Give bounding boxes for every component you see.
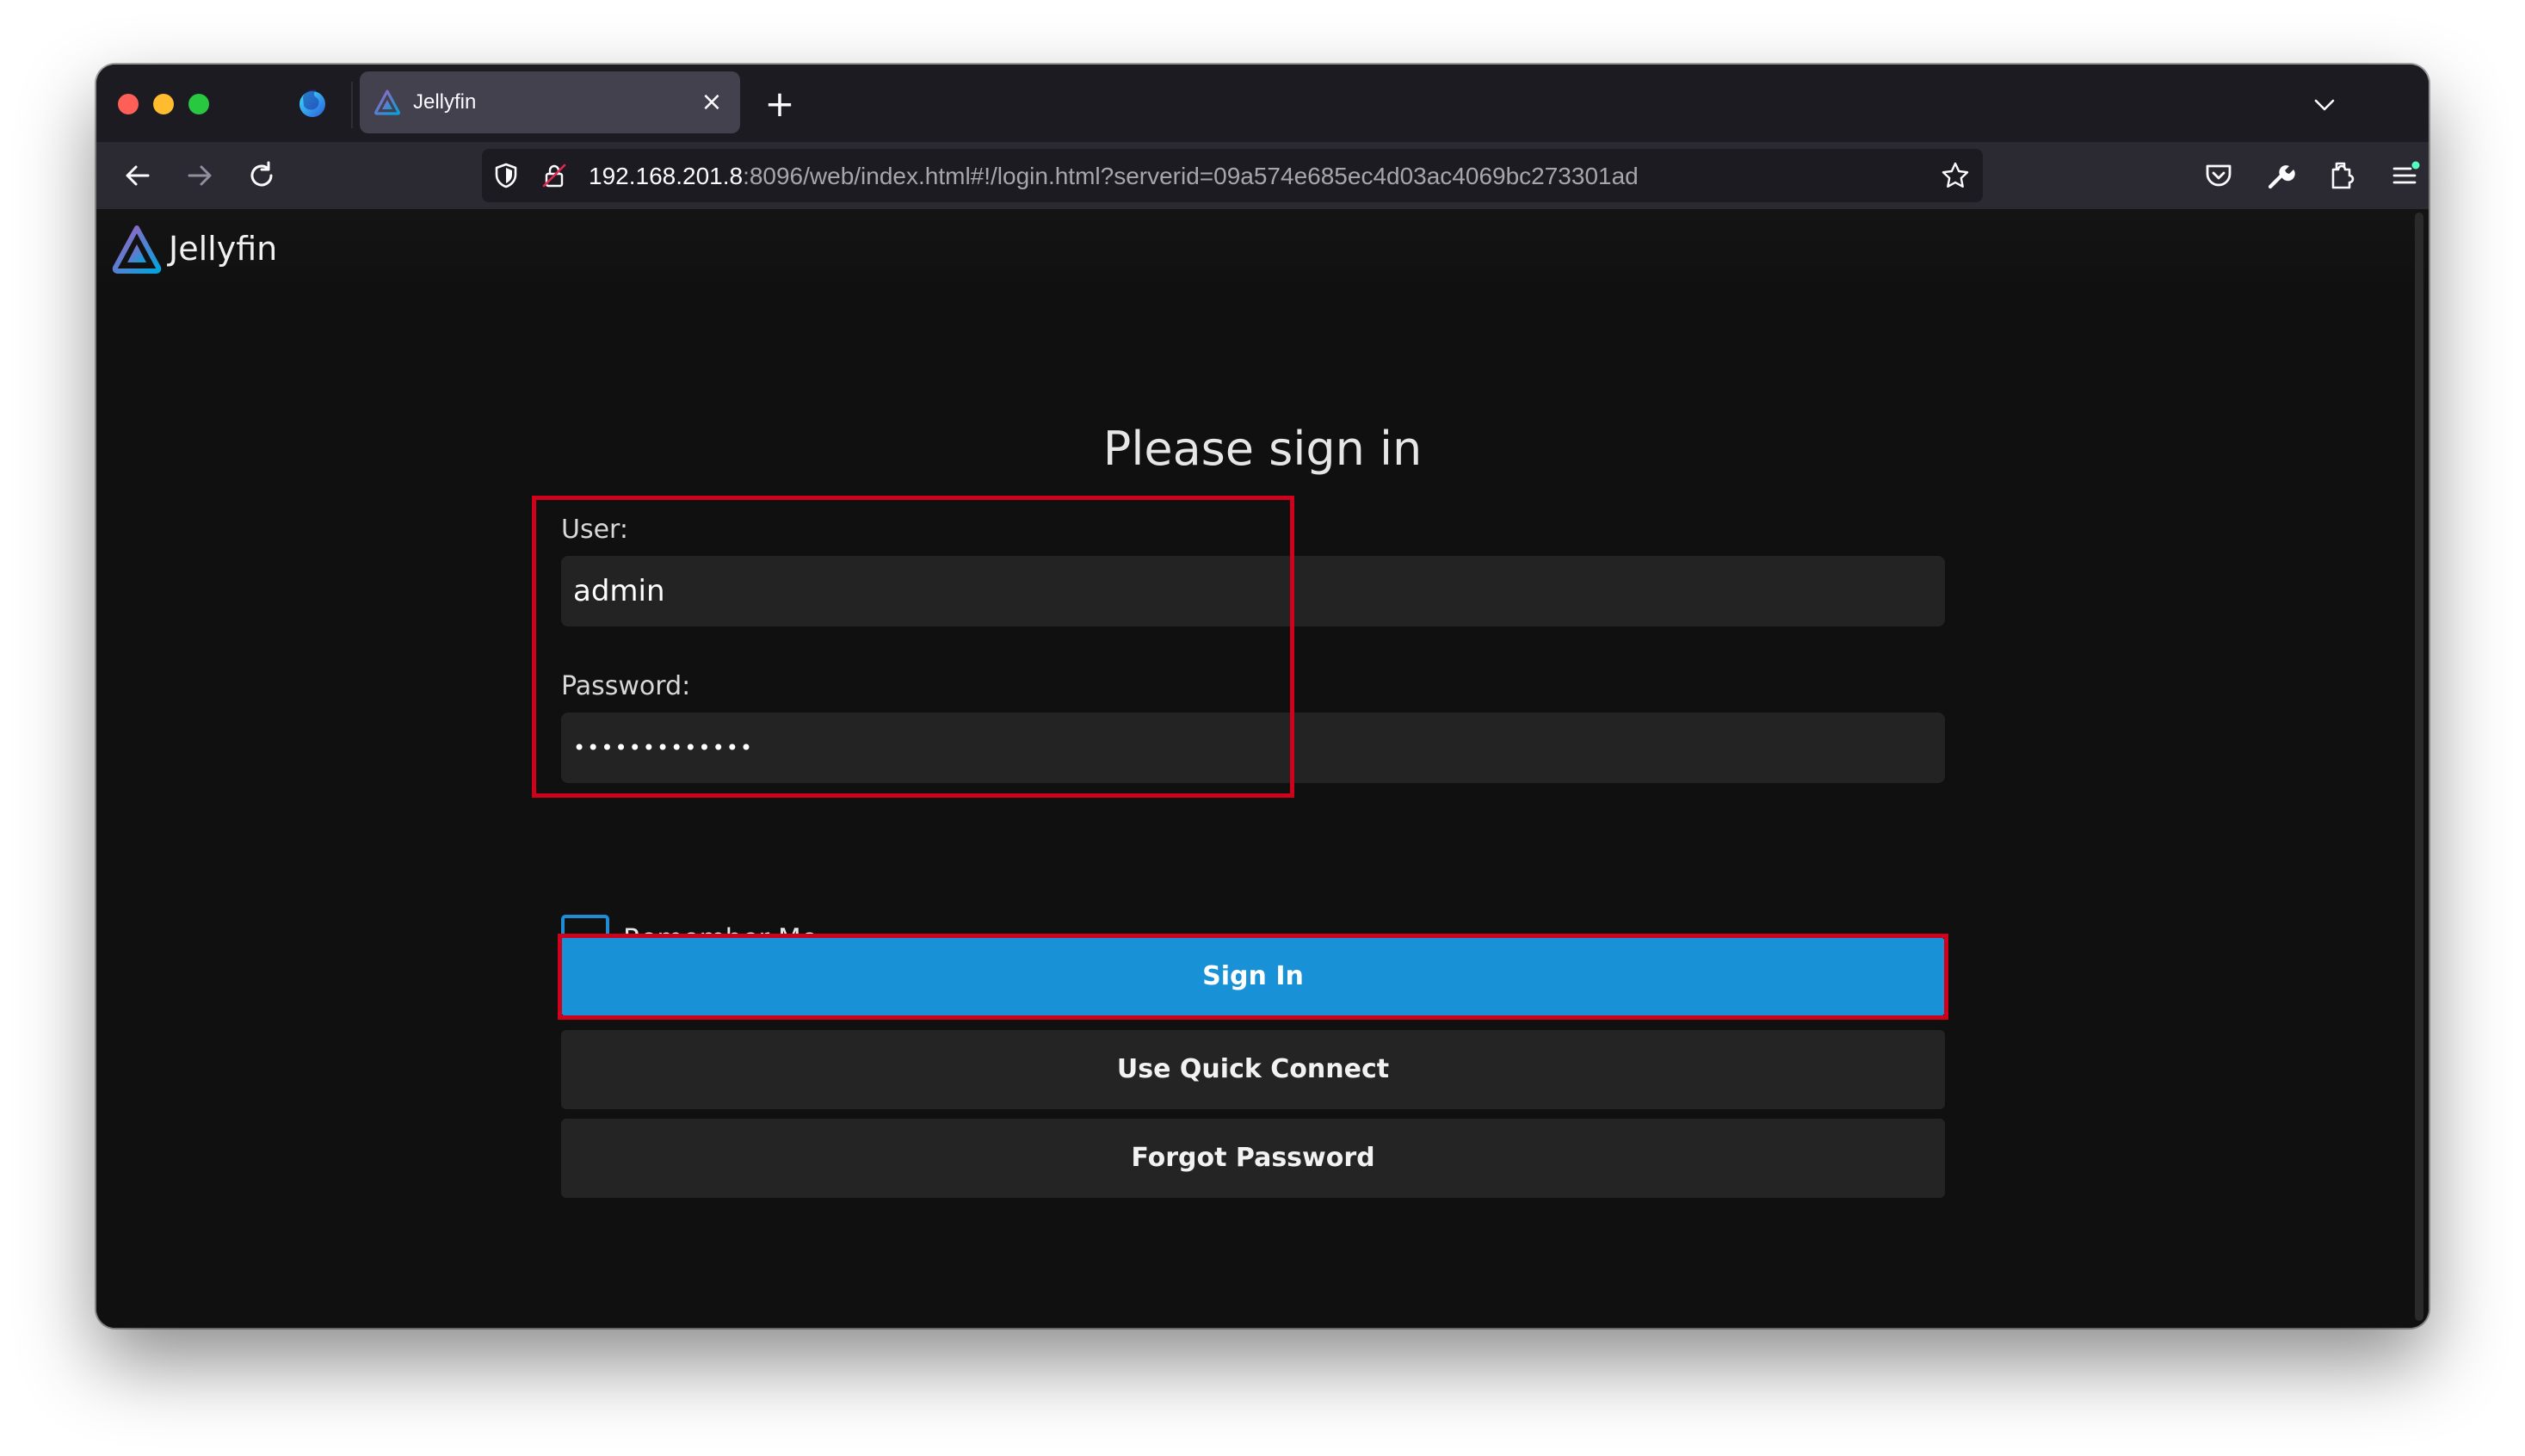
tab-jellyfin[interactable]: Jellyfin ×: [360, 71, 740, 133]
jellyfin-logo-icon[interactable]: [110, 223, 164, 276]
wrench-icon[interactable]: [2263, 158, 2298, 193]
url-path: :8096/web/index.html#!/login.html?server…: [743, 163, 1639, 189]
browser-window: Jellyfin × + 192.168.201.8:8096/web/inde…: [96, 65, 2429, 1328]
tab-strip: Jellyfin × +: [96, 65, 2429, 142]
quick-connect-button[interactable]: Use Quick Connect: [561, 1030, 1945, 1109]
reload-icon[interactable]: [244, 158, 279, 193]
tracking-protection-shield-icon[interactable]: [492, 162, 520, 189]
star-icon[interactable]: [1940, 160, 1971, 191]
insecure-lock-icon[interactable]: [540, 162, 568, 189]
url-host: 192.168.201.8: [589, 163, 744, 189]
firefox-icon[interactable]: [296, 87, 329, 120]
url-text[interactable]: 192.168.201.8:8096/web/index.html#!/logi…: [589, 163, 1639, 190]
tab-close-icon[interactable]: ×: [697, 88, 726, 117]
close-window-button[interactable]: [118, 94, 139, 114]
chevron-down-icon[interactable]: [2310, 90, 2339, 120]
pocket-icon[interactable]: [2201, 158, 2236, 193]
hamburger-menu-icon[interactable]: [2387, 158, 2422, 193]
back-arrow-icon[interactable]: [120, 158, 155, 193]
user-label: User:: [561, 515, 628, 545]
password-input[interactable]: [561, 713, 1945, 783]
address-bar[interactable]: 192.168.201.8:8096/web/index.html#!/logi…: [482, 149, 1983, 202]
puzzle-icon[interactable]: [2325, 158, 2360, 193]
forgot-password-button[interactable]: Forgot Password: [561, 1119, 1945, 1198]
forward-arrow-icon[interactable]: [182, 158, 217, 193]
sign-in-button[interactable]: Sign In: [561, 937, 1945, 1016]
app-name: Jellyfin: [169, 230, 278, 268]
password-label: Password:: [561, 671, 691, 701]
zoom-window-button[interactable]: [188, 94, 209, 114]
tab-separator: [351, 82, 353, 128]
jellyfin-login-page: Jellyfin Please sign in User: Password: …: [96, 209, 2429, 1328]
user-input[interactable]: [561, 556, 1945, 626]
minimize-window-button[interactable]: [153, 94, 174, 114]
new-tab-button[interactable]: +: [761, 85, 799, 123]
login-title: Please sign in: [1102, 422, 1423, 476]
page-scrollbar[interactable]: [2415, 213, 2423, 1321]
tab-title: Jellyfin: [413, 90, 477, 114]
jellyfin-favicon-icon: [374, 89, 400, 115]
navigation-toolbar: 192.168.201.8:8096/web/index.html#!/logi…: [96, 142, 2429, 209]
app-header: Jellyfin: [96, 209, 2429, 295]
